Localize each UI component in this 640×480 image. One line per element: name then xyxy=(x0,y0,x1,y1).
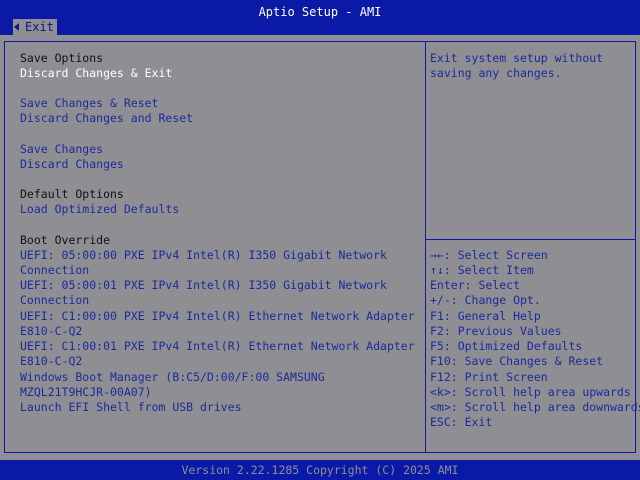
key-optimized-defaults: F5: Optimized Defaults xyxy=(430,339,583,353)
boot-override-heading: Boot Override xyxy=(20,233,111,247)
help-divider xyxy=(426,239,636,240)
boot-option-pxe-05-00-01[interactable]: UEFI: 05:00:01 PXE IPv4 Intel(R) I350 Gi… xyxy=(20,278,387,293)
boot-option-pxe-c1-00-01-cont[interactable]: E810-C-Q2 xyxy=(20,354,82,369)
discard-changes-exit-item[interactable]: Discard Changes & Exit xyxy=(20,66,172,81)
key-scroll-down: <m>: Scroll help area downwards xyxy=(430,400,640,414)
boot-option-windows-boot-manager-cont[interactable]: MZQL21T9HCJR-00A07) xyxy=(20,385,152,400)
boot-option-pxe-05-00-00[interactable]: UEFI: 05:00:00 PXE IPv4 Intel(R) I350 Gi… xyxy=(20,248,387,263)
key-scroll-up: <k>: Scroll help area upwards xyxy=(430,385,631,399)
version-text: Version 2.22.1285 Copyright (C) 2025 AMI xyxy=(181,463,459,477)
left-arrow-icon xyxy=(14,23,19,31)
help-text-line-2: saving any changes. xyxy=(430,66,562,80)
boot-option-pxe-05-00-01-cont[interactable]: Connection xyxy=(20,293,89,308)
save-changes-item[interactable]: Save Changes xyxy=(20,142,103,157)
boot-option-pxe-05-00-00-cont[interactable]: Connection xyxy=(20,263,89,278)
discard-changes-reset-item[interactable]: Discard Changes and Reset xyxy=(20,111,193,126)
discard-changes-item[interactable]: Discard Changes xyxy=(20,157,124,172)
boot-option-pxe-c1-00-00[interactable]: UEFI: C1:00:00 PXE IPv4 Intel(R) Etherne… xyxy=(20,309,415,324)
key-print-screen: F12: Print Screen xyxy=(430,370,548,384)
key-select-item: ↑↓: Select Item xyxy=(430,263,534,277)
load-optimized-defaults-item[interactable]: Load Optimized Defaults xyxy=(20,202,179,217)
boot-option-windows-boot-manager[interactable]: Windows Boot Manager (B:C5/D:00/F:00 SAM… xyxy=(20,370,325,385)
title-bar: Aptio Setup - AMI Exit xyxy=(0,0,640,35)
save-changes-reset-item[interactable]: Save Changes & Reset xyxy=(20,96,158,111)
default-options-heading: Default Options xyxy=(20,187,124,201)
panel-divider xyxy=(425,41,426,453)
app-title: Aptio Setup - AMI xyxy=(258,5,382,19)
footer-bar: Version 2.22.1285 Copyright (C) 2025 AMI xyxy=(0,460,640,480)
tab-exit-label: Exit xyxy=(25,20,54,34)
key-previous-values: F2: Previous Values xyxy=(430,324,562,338)
boot-option-pxe-c1-00-01[interactable]: UEFI: C1:00:01 PXE IPv4 Intel(R) Etherne… xyxy=(20,339,415,354)
tab-exit[interactable]: Exit xyxy=(13,19,57,35)
key-esc-exit: ESC: Exit xyxy=(430,415,493,429)
boot-option-efi-shell[interactable]: Launch EFI Shell from USB drives xyxy=(20,400,242,415)
key-save-reset: F10: Save Changes & Reset xyxy=(430,354,604,368)
help-text-line-1: Exit system setup without xyxy=(430,51,604,65)
key-enter-select: Enter: Select xyxy=(430,278,521,292)
key-general-help: F1: General Help xyxy=(430,309,541,323)
boot-option-pxe-c1-00-00-cont[interactable]: E810-C-Q2 xyxy=(20,324,82,339)
key-select-screen: →←: Select Screen xyxy=(430,248,548,262)
save-options-heading: Save Options xyxy=(20,51,104,65)
key-change-opt: +/-: Change Opt. xyxy=(430,293,541,307)
